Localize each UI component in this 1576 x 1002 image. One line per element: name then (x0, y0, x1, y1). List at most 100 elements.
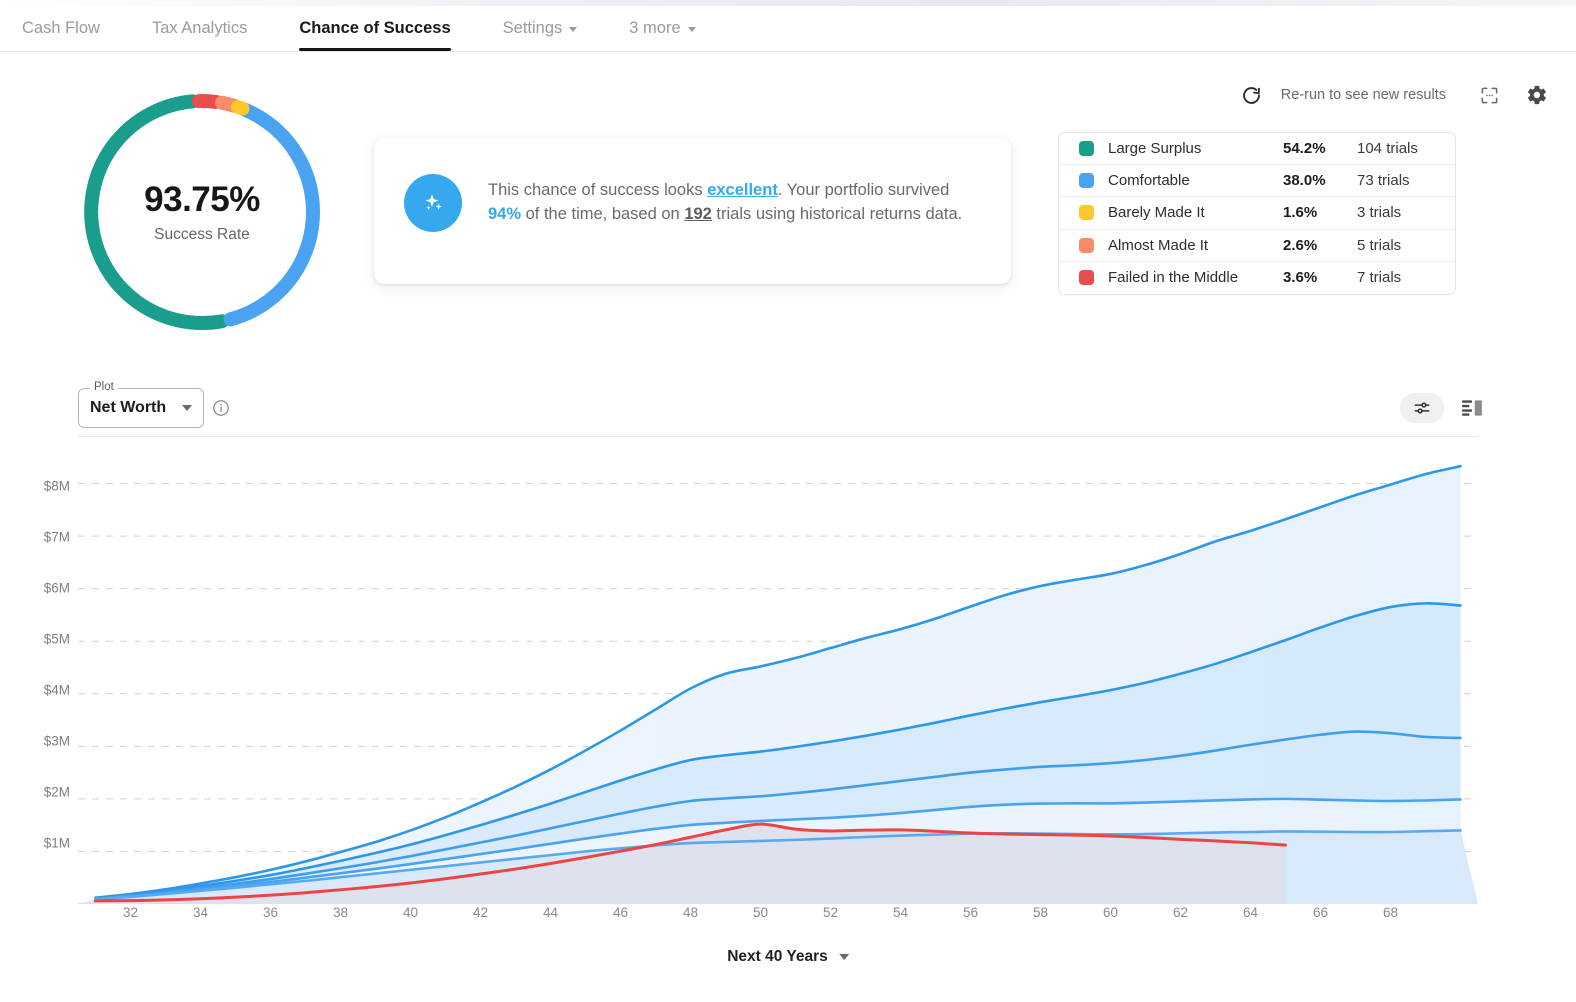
x-tick-label: 68 (1383, 905, 1398, 920)
legend-percent: 2.6% (1283, 237, 1357, 254)
y-tick-label: $5M (44, 632, 70, 647)
legend-label: Failed in the Middle (1108, 269, 1283, 286)
legend-trials: 104 trials (1357, 140, 1437, 157)
excellent-link[interactable]: excellent (707, 181, 778, 199)
chevron-down-icon (182, 405, 192, 411)
plot-toolbar (1400, 393, 1484, 423)
main-tab-bar: Cash Flow Tax Analytics Chance of Succes… (0, 6, 1576, 52)
outcome-legend-table: Large Surplus 54.2% 104 trials Comfortab… (1058, 132, 1456, 295)
plot-controls: Net Worth Plot (0, 370, 1576, 436)
legend-trials: 7 trials (1357, 269, 1437, 286)
summary-section: 93.75% Success Rate This chance of succe… (0, 52, 1576, 352)
y-tick-label: $8M (44, 479, 70, 494)
insight-part-4: trials using historical returns data. (712, 205, 962, 223)
sliders-icon[interactable] (1400, 393, 1444, 423)
plot-type-select[interactable]: Net Worth (78, 388, 204, 428)
time-range-value: Next 40 Years (727, 948, 828, 966)
success-rate-donut: 93.75% Success Rate (78, 88, 326, 336)
table-row[interactable]: Comfortable 38.0% 73 trials (1059, 165, 1455, 197)
net-worth-projection-chart[interactable] (78, 452, 1478, 904)
chevron-down-icon (839, 954, 849, 960)
plot-select-legend: Plot (90, 381, 118, 393)
legend-percent: 1.6% (1283, 204, 1357, 221)
tab-tax-analytics[interactable]: Tax Analytics (152, 6, 247, 51)
x-tick-label: 62 (1173, 905, 1188, 920)
legend-label: Barely Made It (1108, 204, 1283, 221)
x-tick-label: 66 (1313, 905, 1328, 920)
rerun-toolbar: Re-run to see new results (1237, 80, 1468, 110)
plot-type-value: Net Worth (90, 399, 166, 417)
x-tick-label: 34 (193, 905, 208, 920)
chart-bands (78, 466, 1478, 904)
trials-count-link[interactable]: 192 (684, 205, 712, 223)
table-row[interactable]: Failed in the Middle 3.6% 7 trials (1059, 262, 1455, 294)
info-icon[interactable] (212, 399, 230, 417)
success-rate-value: 93.75% (144, 180, 260, 220)
x-tick-label: 38 (333, 905, 348, 920)
legend-swatch (1079, 270, 1094, 285)
insight-part-2: . Your portfolio survived (778, 181, 950, 199)
x-tick-label: 52 (823, 905, 838, 920)
donut-center-label: 93.75% Success Rate (78, 88, 326, 336)
x-tick-label: 46 (613, 905, 628, 920)
legend-label: Comfortable (1108, 172, 1283, 189)
legend-swatch (1079, 205, 1094, 220)
y-tick-label: $4M (44, 683, 70, 698)
x-tick-label: 54 (893, 905, 908, 920)
x-tick-label: 42 (473, 905, 488, 920)
tab-label: Tax Analytics (152, 19, 247, 38)
tab-label: 3 more (629, 19, 680, 38)
tab-cash-flow[interactable]: Cash Flow (22, 6, 100, 51)
sparkle-glyph (418, 188, 448, 218)
refresh-icon[interactable] (1237, 80, 1267, 110)
tab-settings[interactable]: Settings (503, 6, 578, 51)
x-tick-label: 48 (683, 905, 698, 920)
expand-icon[interactable] (1474, 80, 1504, 110)
x-tick-label: 40 (403, 905, 418, 920)
tab-label: Settings (503, 19, 563, 38)
chart-svg (78, 452, 1478, 904)
x-axis-labels: 32343638404244464850525456586062646668 (78, 905, 1478, 935)
chevron-down-icon (688, 27, 696, 32)
bar-toggle-icon[interactable] (1460, 396, 1484, 420)
legend-trials: 3 trials (1357, 204, 1437, 221)
legend-trials: 5 trials (1357, 237, 1437, 254)
chevron-down-icon (569, 27, 577, 32)
gear-icon[interactable] (1522, 80, 1552, 110)
time-range-select[interactable]: Next 40 Years (727, 948, 849, 966)
table-row[interactable]: Barely Made It 1.6% 3 trials (1059, 197, 1455, 229)
survival-percent: 94% (488, 205, 521, 223)
insight-part-1: This chance of success looks (488, 181, 707, 199)
y-tick-label: $3M (44, 734, 70, 749)
plot-divider (78, 436, 1478, 437)
y-tick-label: $2M (44, 785, 70, 800)
tab-label: Cash Flow (22, 19, 100, 38)
x-tick-label: 60 (1103, 905, 1118, 920)
rerun-label[interactable]: Re-run to see new results (1281, 87, 1446, 103)
sparkle-icon (404, 174, 462, 232)
y-tick-label: $7M (44, 530, 70, 545)
legend-swatch (1079, 141, 1094, 156)
y-axis-labels: $8M $7M $6M $5M $4M $3M $2M $1M (0, 452, 78, 904)
insight-card: This chance of success looks excellent. … (374, 138, 1011, 284)
legend-percent: 54.2% (1283, 140, 1357, 157)
tab-three-more[interactable]: 3 more (629, 6, 695, 51)
tab-chance-of-success[interactable]: Chance of Success (299, 6, 450, 51)
x-tick-label: 64 (1243, 905, 1258, 920)
legend-percent: 38.0% (1283, 172, 1357, 189)
legend-swatch (1079, 238, 1094, 253)
x-tick-label: 36 (263, 905, 278, 920)
insight-text: This chance of success looks excellent. … (488, 174, 983, 227)
insight-part-3: of the time, based on (521, 205, 684, 223)
x-tick-label: 32 (123, 905, 138, 920)
legend-label: Almost Made It (1108, 237, 1283, 254)
x-tick-label: 50 (753, 905, 768, 920)
x-tick-label: 58 (1033, 905, 1048, 920)
x-tick-label: 44 (543, 905, 558, 920)
legend-swatch (1079, 173, 1094, 188)
table-row[interactable]: Large Surplus 54.2% 104 trials (1059, 133, 1455, 165)
y-tick-label: $6M (44, 581, 70, 596)
table-row[interactable]: Almost Made It 2.6% 5 trials (1059, 230, 1455, 262)
legend-label: Large Surplus (1108, 140, 1283, 157)
legend-percent: 3.6% (1283, 269, 1357, 286)
